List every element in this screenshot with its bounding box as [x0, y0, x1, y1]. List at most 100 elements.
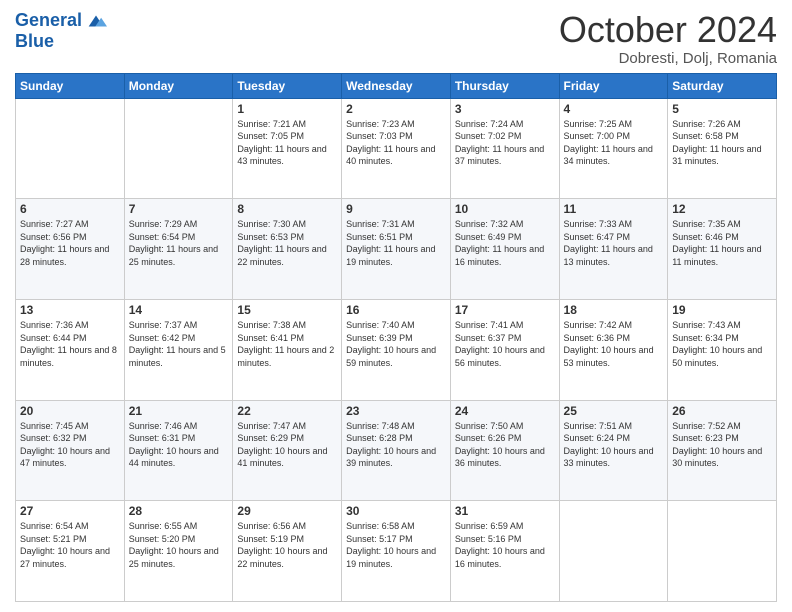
day-number: 1	[237, 102, 337, 116]
calendar-cell: 29 Sunrise: 6:56 AMSunset: 5:19 PMDayligh…	[233, 501, 342, 602]
calendar-cell: 5 Sunrise: 7:26 AMSunset: 6:58 PMDaylight…	[668, 98, 777, 199]
week-row-1: 1 Sunrise: 7:21 AMSunset: 7:05 PMDaylight…	[16, 98, 777, 199]
day-detail: Sunrise: 7:26 AMSunset: 6:58 PMDaylight:…	[672, 118, 772, 168]
calendar-cell	[668, 501, 777, 602]
day-number: 26	[672, 404, 772, 418]
calendar-cell	[124, 98, 233, 199]
week-row-2: 6 Sunrise: 7:27 AMSunset: 6:56 PMDaylight…	[16, 199, 777, 300]
day-number: 12	[672, 202, 772, 216]
day-detail: Sunrise: 7:30 AMSunset: 6:53 PMDaylight:…	[237, 218, 337, 268]
day-number: 27	[20, 504, 120, 518]
header: General Blue October 2024 Dobresti, Dolj…	[15, 10, 777, 67]
day-number: 4	[564, 102, 664, 116]
day-detail: Sunrise: 6:59 AMSunset: 5:16 PMDaylight:…	[455, 520, 555, 570]
day-number: 17	[455, 303, 555, 317]
calendar-cell: 3 Sunrise: 7:24 AMSunset: 7:02 PMDaylight…	[450, 98, 559, 199]
day-detail: Sunrise: 7:21 AMSunset: 7:05 PMDaylight:…	[237, 118, 337, 168]
day-detail: Sunrise: 7:37 AMSunset: 6:42 PMDaylight:…	[129, 319, 229, 369]
page: General Blue October 2024 Dobresti, Dolj…	[0, 0, 792, 612]
day-detail: Sunrise: 7:36 AMSunset: 6:44 PMDaylight:…	[20, 319, 120, 369]
calendar-cell: 9Sunrise: 7:31 AMSunset: 6:51 PMDaylight…	[342, 199, 451, 300]
calendar-cell: 6 Sunrise: 7:27 AMSunset: 6:56 PMDaylight…	[16, 199, 125, 300]
calendar-cell: 12 Sunrise: 7:35 AMSunset: 6:46 PMDayligh…	[668, 199, 777, 300]
calendar-cell: 18 Sunrise: 7:42 AMSunset: 6:36 PMDayligh…	[559, 299, 668, 400]
day-number: 11	[564, 202, 664, 216]
location-subtitle: Dobresti, Dolj, Romania	[559, 50, 777, 67]
day-number: 23	[346, 404, 446, 418]
day-number: 7	[129, 202, 229, 216]
day-number: 19	[672, 303, 772, 317]
week-row-5: 27 Sunrise: 6:54 AMSunset: 5:21 PMDayligh…	[16, 501, 777, 602]
day-detail: Sunrise: 7:27 AMSunset: 6:56 PMDaylight:…	[20, 218, 120, 268]
calendar-cell: 31 Sunrise: 6:59 AMSunset: 5:16 PMDayligh…	[450, 501, 559, 602]
calendar-cell	[16, 98, 125, 199]
weekday-header-row: SundayMondayTuesdayWednesdayThursdayFrid…	[16, 73, 777, 98]
calendar-cell: 1 Sunrise: 7:21 AMSunset: 7:05 PMDaylight…	[233, 98, 342, 199]
day-number: 24	[455, 404, 555, 418]
title-block: October 2024 Dobresti, Dolj, Romania	[559, 10, 777, 67]
calendar-cell: 13 Sunrise: 7:36 AMSunset: 6:44 PMDayligh…	[16, 299, 125, 400]
day-number: 13	[20, 303, 120, 317]
day-number: 28	[129, 504, 229, 518]
logo-text: General	[15, 11, 82, 31]
day-number: 30	[346, 504, 446, 518]
calendar-cell: 15Sunrise: 7:38 AMSunset: 6:41 PMDayligh…	[233, 299, 342, 400]
day-detail: Sunrise: 7:42 AMSunset: 6:36 PMDaylight:…	[564, 319, 664, 369]
weekday-header-wednesday: Wednesday	[342, 73, 451, 98]
day-number: 31	[455, 504, 555, 518]
day-detail: Sunrise: 7:35 AMSunset: 6:46 PMDaylight:…	[672, 218, 772, 268]
weekday-header-sunday: Sunday	[16, 73, 125, 98]
logo: General Blue	[15, 10, 107, 52]
day-number: 6	[20, 202, 120, 216]
weekday-header-saturday: Saturday	[668, 73, 777, 98]
calendar-cell: 30 Sunrise: 6:58 AMSunset: 5:17 PMDayligh…	[342, 501, 451, 602]
day-detail: Sunrise: 7:43 AMSunset: 6:34 PMDaylight:…	[672, 319, 772, 369]
calendar-cell: 21Sunrise: 7:46 AMSunset: 6:31 PMDayligh…	[124, 400, 233, 501]
calendar-cell: 17 Sunrise: 7:41 AMSunset: 6:37 PMDayligh…	[450, 299, 559, 400]
day-detail: Sunrise: 7:47 AMSunset: 6:29 PMDaylight:…	[237, 420, 337, 470]
month-title: October 2024	[559, 10, 777, 50]
day-number: 16	[346, 303, 446, 317]
logo-text2: Blue	[15, 32, 54, 52]
calendar-cell: 2Sunrise: 7:23 AMSunset: 7:03 PMDaylight…	[342, 98, 451, 199]
day-detail: Sunrise: 7:33 AMSunset: 6:47 PMDaylight:…	[564, 218, 664, 268]
day-number: 15	[237, 303, 337, 317]
day-number: 25	[564, 404, 664, 418]
day-number: 5	[672, 102, 772, 116]
day-number: 18	[564, 303, 664, 317]
calendar-cell: 14 Sunrise: 7:37 AMSunset: 6:42 PMDayligh…	[124, 299, 233, 400]
day-number: 8	[237, 202, 337, 216]
day-detail: Sunrise: 7:24 AMSunset: 7:02 PMDaylight:…	[455, 118, 555, 168]
day-detail: Sunrise: 7:29 AMSunset: 6:54 PMDaylight:…	[129, 218, 229, 268]
calendar-cell: 23Sunrise: 7:48 AMSunset: 6:28 PMDayligh…	[342, 400, 451, 501]
day-number: 2	[346, 102, 446, 116]
day-number: 14	[129, 303, 229, 317]
day-detail: Sunrise: 7:41 AMSunset: 6:37 PMDaylight:…	[455, 319, 555, 369]
day-detail: Sunrise: 7:52 AMSunset: 6:23 PMDaylight:…	[672, 420, 772, 470]
calendar-cell: 19 Sunrise: 7:43 AMSunset: 6:34 PMDayligh…	[668, 299, 777, 400]
day-detail: Sunrise: 7:31 AMSunset: 6:51 PMDaylight:…	[346, 218, 446, 268]
day-number: 3	[455, 102, 555, 116]
calendar-cell: 7 Sunrise: 7:29 AMSunset: 6:54 PMDaylight…	[124, 199, 233, 300]
calendar-cell: 22Sunrise: 7:47 AMSunset: 6:29 PMDayligh…	[233, 400, 342, 501]
weekday-header-monday: Monday	[124, 73, 233, 98]
calendar-cell	[559, 501, 668, 602]
day-detail: Sunrise: 6:56 AMSunset: 5:19 PMDaylight:…	[237, 520, 337, 570]
day-number: 20	[20, 404, 120, 418]
day-detail: Sunrise: 6:55 AMSunset: 5:20 PMDaylight:…	[129, 520, 229, 570]
day-detail: Sunrise: 7:32 AMSunset: 6:49 PMDaylight:…	[455, 218, 555, 268]
day-detail: Sunrise: 7:50 AMSunset: 6:26 PMDaylight:…	[455, 420, 555, 470]
day-detail: Sunrise: 6:58 AMSunset: 5:17 PMDaylight:…	[346, 520, 446, 570]
calendar-cell: 11 Sunrise: 7:33 AMSunset: 6:47 PMDayligh…	[559, 199, 668, 300]
day-number: 29	[237, 504, 337, 518]
weekday-header-thursday: Thursday	[450, 73, 559, 98]
day-detail: Sunrise: 7:25 AMSunset: 7:00 PMDaylight:…	[564, 118, 664, 168]
day-detail: Sunrise: 6:54 AMSunset: 5:21 PMDaylight:…	[20, 520, 120, 570]
calendar-cell: 28 Sunrise: 6:55 AMSunset: 5:20 PMDayligh…	[124, 501, 233, 602]
day-detail: Sunrise: 7:51 AMSunset: 6:24 PMDaylight:…	[564, 420, 664, 470]
week-row-4: 20 Sunrise: 7:45 AMSunset: 6:32 PMDayligh…	[16, 400, 777, 501]
day-detail: Sunrise: 7:45 AMSunset: 6:32 PMDaylight:…	[20, 420, 120, 470]
calendar-cell: 20 Sunrise: 7:45 AMSunset: 6:32 PMDayligh…	[16, 400, 125, 501]
week-row-3: 13 Sunrise: 7:36 AMSunset: 6:44 PMDayligh…	[16, 299, 777, 400]
weekday-header-friday: Friday	[559, 73, 668, 98]
